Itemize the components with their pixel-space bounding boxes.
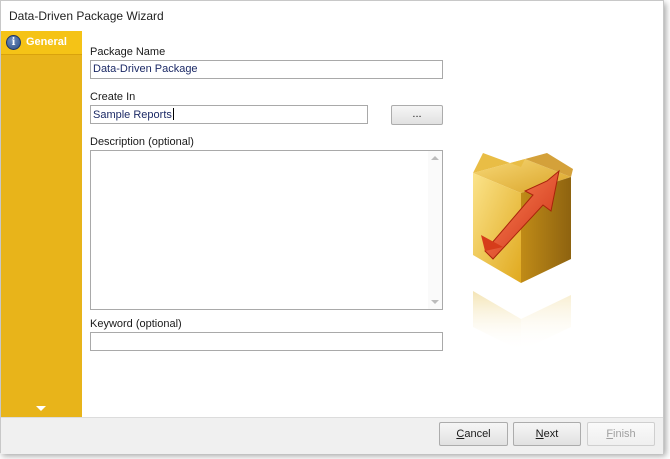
sidebar: i General [1, 31, 82, 417]
create-in-field[interactable]: Sample Reports [90, 105, 368, 124]
finish-rest: inish [613, 428, 636, 440]
text-caret [172, 108, 174, 120]
wizard-window: Data-Driven Package Wizard i General Pac… [0, 0, 664, 454]
package-name-label: Package Name [90, 46, 166, 58]
finish-button[interactable]: Finish [587, 422, 655, 446]
sidebar-item-label: General [26, 36, 67, 48]
description-textarea[interactable] [90, 150, 443, 310]
chevron-down-icon[interactable] [36, 406, 46, 411]
sidebar-item-general[interactable]: i General [1, 31, 82, 55]
create-in-value: Sample Reports [93, 109, 172, 121]
wizard-footer: Cancel Next Finish [1, 417, 663, 454]
next-accel: N [535, 428, 544, 440]
cancel-rest: ancel [464, 428, 491, 440]
title-bar[interactable]: Data-Driven Package Wizard [1, 1, 663, 31]
package-name-field[interactable]: Data-Driven Package [90, 60, 443, 79]
browse-button[interactable]: ... [391, 105, 443, 125]
window-title: Data-Driven Package Wizard [9, 9, 164, 23]
next-rest: ext [543, 428, 559, 440]
description-label: Description (optional) [90, 136, 194, 148]
info-icon: i [6, 35, 21, 50]
keyword-field[interactable] [90, 332, 443, 351]
description-scrollbar[interactable] [428, 151, 442, 309]
scroll-up-icon[interactable] [431, 156, 439, 160]
keyword-label: Keyword (optional) [90, 318, 182, 330]
create-in-label: Create In [90, 91, 136, 103]
next-button[interactable]: Next [513, 422, 581, 446]
package-name-value: Data-Driven Package [93, 63, 198, 75]
scroll-down-icon[interactable] [431, 300, 439, 304]
package-box-icon [473, 153, 573, 351]
cancel-button[interactable]: Cancel [439, 422, 508, 446]
